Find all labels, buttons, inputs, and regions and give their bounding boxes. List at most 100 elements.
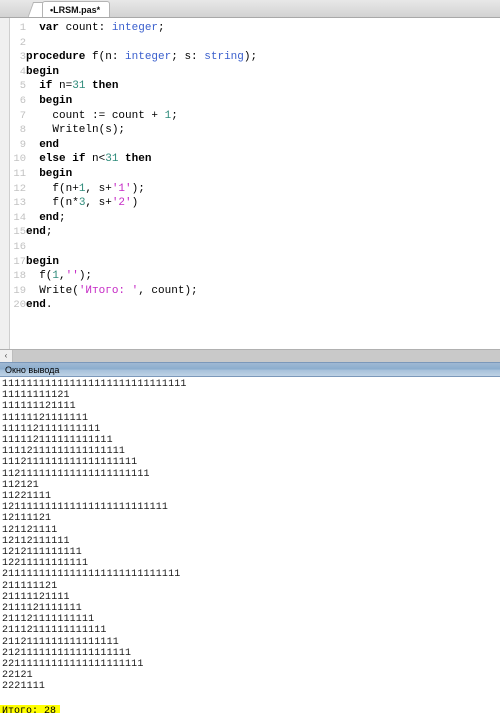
code-token: , s+ xyxy=(85,182,112,195)
code-token: '2' xyxy=(111,197,132,210)
code-token: Writeln(s); xyxy=(26,124,126,137)
output-line: 21111121111 xyxy=(2,591,70,603)
code-token: . xyxy=(45,299,53,312)
code-token: ; xyxy=(158,22,165,34)
code-line: 17begin xyxy=(0,255,500,270)
code-token: if xyxy=(39,80,53,93)
line-number: 5 xyxy=(19,80,26,93)
output-line: 12112111111 xyxy=(2,535,70,547)
line-number: 6 xyxy=(19,94,26,107)
code-token: count: xyxy=(59,22,112,34)
code-token: f( xyxy=(26,270,53,283)
output-line: 112121 xyxy=(2,479,39,491)
code-token: 31 xyxy=(105,153,119,166)
code-token: '' xyxy=(65,270,79,283)
line-number: 12 xyxy=(13,182,26,195)
code-token: end xyxy=(26,299,46,312)
line-number: 13 xyxy=(13,197,26,210)
code-token: , s+ xyxy=(85,197,112,210)
scrollbar-track[interactable] xyxy=(13,350,500,362)
editor-tab-bar: •LRSM.pas* xyxy=(0,0,500,18)
output-lines-container: 111111111111111111111111111111 1111111112… xyxy=(2,379,500,693)
code-token: else xyxy=(39,153,66,166)
line-number: 14 xyxy=(13,211,26,224)
code-token: end xyxy=(26,226,46,239)
output-line: 1212111111111 xyxy=(2,547,82,559)
output-line: 12211111111111 xyxy=(2,558,89,570)
code-token: n= xyxy=(52,80,73,93)
output-line: 21111111111111111111111111111 xyxy=(2,569,181,581)
output-line: 211111121 xyxy=(2,580,58,592)
code-editor[interactable]: 1 var count: integer; 2 3procedure f(n: in… xyxy=(0,18,500,349)
code-line: 15end; xyxy=(0,225,500,240)
scroll-left-arrow-icon[interactable]: ‹ xyxy=(0,350,13,362)
code-token: then xyxy=(92,80,119,93)
code-token: procedure xyxy=(26,51,86,64)
editor-horizontal-scrollbar[interactable]: ‹ xyxy=(0,349,500,362)
code-line: 12 f(n+1, s+'1'); xyxy=(0,182,500,197)
code-token: 'Итого: ' xyxy=(78,284,139,297)
line-number: 10 xyxy=(13,153,26,166)
code-token: count := count + xyxy=(26,109,165,122)
code-token: begin xyxy=(39,94,73,107)
output-line: 12111121 xyxy=(2,513,52,525)
code-token: , count); xyxy=(138,284,198,297)
output-line: 121121111 xyxy=(2,524,58,536)
output-line: 112111111111111111111111 xyxy=(2,468,150,480)
code-token: begin xyxy=(26,65,60,78)
code-token: var xyxy=(39,22,60,34)
output-line: 212111111111111111111 xyxy=(2,647,132,659)
line-number: 18 xyxy=(13,270,26,283)
code-token: integer xyxy=(125,51,172,64)
code-line: 10 else if n<31 then xyxy=(0,152,500,167)
code-token: integer xyxy=(111,22,159,34)
code-line: 19 Write('Итого: ', count); xyxy=(0,284,500,299)
code-text-area[interactable]: 1 var count: integer; 2 3procedure f(n: in… xyxy=(0,21,500,313)
code-line: 9 end xyxy=(0,138,500,153)
code-line: 5 if n=31 then xyxy=(0,79,500,94)
line-number: 20 xyxy=(13,299,26,312)
code-token: string xyxy=(204,51,244,64)
output-panel-body[interactable]: 111111111111111111111111111111 1111111112… xyxy=(0,377,500,713)
code-token: f(n+ xyxy=(26,182,79,195)
line-number: 17 xyxy=(13,255,26,268)
code-line: 4begin xyxy=(0,65,500,80)
code-token: 31 xyxy=(72,80,86,93)
output-line: 111111111111111111111111111111 xyxy=(2,379,187,390)
output-line: 121111111111111111111111111 xyxy=(2,502,169,514)
line-number: 2 xyxy=(19,36,26,49)
code-token: ); xyxy=(243,51,258,64)
code-token: f(n* xyxy=(26,197,79,210)
code-line: 2 xyxy=(0,36,500,51)
output-line: 11221111 xyxy=(2,491,52,503)
code-token: f(n: xyxy=(85,51,126,64)
code-token: end xyxy=(39,138,60,151)
output-line: 2111121111111 xyxy=(2,603,82,615)
line-number: 7 xyxy=(19,109,26,122)
output-line: 2112111111111111111 xyxy=(2,636,119,648)
code-token: if xyxy=(72,153,86,166)
code-line: 18 f(1,''); xyxy=(0,269,500,284)
code-token: , xyxy=(59,270,66,283)
code-token: ; s: xyxy=(171,51,205,64)
code-line: 3procedure f(n: integer; s: string); xyxy=(0,50,500,65)
summary-label: Итого: xyxy=(2,706,45,713)
output-line: 11111121111111 xyxy=(2,412,89,424)
line-number: 1 xyxy=(19,22,26,34)
code-token: Write( xyxy=(26,284,79,297)
output-line: 111112111111111111 xyxy=(2,435,113,447)
code-token: ) xyxy=(131,197,139,210)
tab-lrsm-pas[interactable]: •LRSM.pas* xyxy=(42,1,111,17)
code-token: ); xyxy=(131,182,145,195)
code-token: '1' xyxy=(111,182,132,195)
code-line: 11 begin xyxy=(0,167,500,182)
code-token: ; xyxy=(171,109,178,122)
output-line: 211121111111111 xyxy=(2,614,95,626)
code-token: begin xyxy=(26,255,60,268)
code-line: 16 xyxy=(0,240,500,255)
code-token: ; xyxy=(59,211,66,224)
